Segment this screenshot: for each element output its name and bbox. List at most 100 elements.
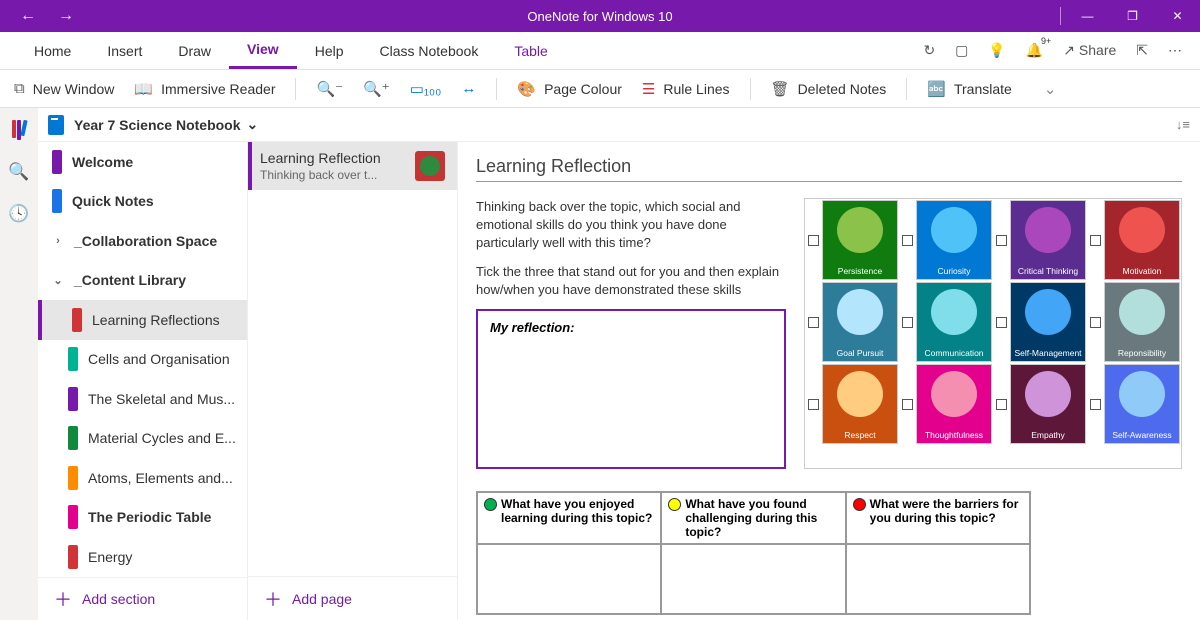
section-color-tab	[52, 189, 62, 213]
page-colour-button[interactable]: 🎨Page Colour	[517, 80, 622, 98]
tab-home[interactable]: Home	[16, 32, 89, 69]
forward-button[interactable]: →	[58, 7, 74, 25]
skill-illustration	[1119, 207, 1165, 253]
skill-illustration	[931, 207, 977, 253]
skill-checkbox[interactable]	[1088, 200, 1102, 280]
section-item[interactable]: ›_Collaboration Space	[38, 221, 247, 261]
section-item[interactable]: The Periodic Table	[38, 498, 247, 538]
skill-label: Persistence	[838, 267, 882, 276]
skill-card: Self-Awareness	[1104, 364, 1180, 444]
trash-icon: 🗑	[771, 80, 790, 98]
section-item[interactable]: Material Cycles and E...	[38, 419, 247, 459]
notebooks-icon[interactable]	[12, 120, 26, 140]
zoom-100-icon[interactable]: ▭₁₀₀	[410, 80, 442, 98]
section-item[interactable]: Cells and Organisation	[38, 340, 247, 380]
question-3-header: What were the barriers for you during th…	[846, 492, 1030, 544]
skill-card: Communication	[916, 282, 992, 362]
back-button[interactable]: ←	[20, 7, 36, 25]
section-item[interactable]: Quick Notes	[38, 182, 247, 222]
skill-checkbox[interactable]	[900, 364, 914, 444]
skill-card: Empathy	[1010, 364, 1086, 444]
open-in-app-icon[interactable]: ▢	[955, 42, 968, 59]
skill-checkbox[interactable]	[994, 200, 1008, 280]
skill-label: Goal Pursuit	[837, 349, 884, 358]
skill-checkbox[interactable]	[1088, 364, 1102, 444]
tab-table[interactable]: Table	[496, 32, 565, 69]
translate-button[interactable]: 🔤Translate	[927, 80, 1012, 98]
cmd-separator	[496, 78, 497, 100]
zoom-out-icon[interactable]: 🔍⁻	[316, 80, 343, 98]
answer-1-cell[interactable]	[477, 544, 661, 614]
sort-icon[interactable]: ↓≡	[1176, 117, 1190, 132]
section-item[interactable]: Welcome	[38, 142, 247, 182]
lightbulb-icon[interactable]: 💡	[988, 42, 1005, 59]
skill-checkbox[interactable]	[806, 200, 820, 280]
deleted-notes-button[interactable]: 🗑Deleted Notes	[771, 80, 887, 98]
skill-checkbox[interactable]	[900, 200, 914, 280]
add-section-button[interactable]: ＋Add section	[38, 577, 247, 620]
tab-draw[interactable]: Draw	[160, 32, 229, 69]
section-item[interactable]: Atoms, Elements and...	[38, 458, 247, 498]
section-color-tab	[68, 505, 78, 529]
rule-lines-button[interactable]: ☰Rule Lines	[642, 80, 730, 98]
recent-icon[interactable]: 🕓	[8, 204, 29, 224]
section-label: Welcome	[72, 154, 133, 170]
page-item[interactable]: Learning Reflection Thinking back over t…	[248, 142, 457, 190]
skill-checkbox[interactable]	[900, 282, 914, 362]
skill-grid: PersistenceCuriosityCritical ThinkingMot…	[804, 198, 1182, 469]
tab-class-notebook[interactable]: Class Notebook	[362, 32, 497, 69]
more-icon[interactable]: ⋯	[1168, 42, 1182, 59]
green-dot-icon	[484, 498, 497, 511]
chevron-down-icon[interactable]: ⌄	[247, 116, 259, 133]
red-dot-icon	[853, 498, 866, 511]
skill-checkbox[interactable]	[994, 282, 1008, 362]
section-label: The Periodic Table	[88, 509, 211, 525]
answer-2-cell[interactable]	[661, 544, 845, 614]
sync-icon[interactable]: ↻	[923, 42, 935, 59]
immersive-reader-button[interactable]: 📖Immersive Reader	[134, 80, 275, 98]
section-color-tab	[68, 545, 78, 569]
skill-label: Thoughtfulness	[925, 431, 983, 440]
close-button[interactable]: ✕	[1155, 0, 1200, 32]
question-table: What have you enjoyed learning during th…	[476, 491, 1031, 615]
reflection-label: My reflection:	[490, 320, 575, 335]
fullscreen-icon[interactable]: ⇱	[1136, 42, 1148, 59]
new-window-button[interactable]: ⧉New Window	[14, 80, 114, 97]
skill-checkbox[interactable]	[994, 364, 1008, 444]
section-label: Quick Notes	[72, 193, 154, 209]
notebook-icon	[48, 115, 64, 135]
section-item[interactable]: Energy	[38, 537, 247, 577]
maximize-button[interactable]: ❐	[1110, 0, 1155, 32]
section-item[interactable]: The Skeletal and Mus...	[38, 379, 247, 419]
search-icon[interactable]: 🔍	[8, 162, 29, 182]
skill-checkbox[interactable]	[1088, 282, 1102, 362]
notif-badge: 9+	[1041, 36, 1051, 46]
share-button[interactable]: ↗ Share	[1063, 42, 1116, 59]
page-heading[interactable]: Learning Reflection	[476, 156, 1182, 182]
app-title: OneNote for Windows 10	[527, 9, 672, 24]
bell-icon[interactable]: 🔔9+	[1026, 42, 1043, 59]
notebook-name[interactable]: Year 7 Science Notebook	[74, 117, 241, 133]
minimize-button[interactable]: —	[1065, 0, 1110, 32]
add-page-button[interactable]: ＋Add page	[248, 576, 457, 620]
question-1-header: What have you enjoyed learning during th…	[477, 492, 661, 544]
tab-help[interactable]: Help	[297, 32, 362, 69]
page-width-icon[interactable]: ↔	[461, 80, 476, 97]
skill-illustration	[837, 207, 883, 253]
skill-checkbox[interactable]	[806, 364, 820, 444]
reflection-box[interactable]: My reflection:	[476, 309, 786, 469]
section-item[interactable]: Learning Reflections	[38, 300, 247, 340]
section-label: The Skeletal and Mus...	[88, 391, 235, 407]
section-item[interactable]: ⌄_Content Library	[38, 261, 247, 301]
tab-insert[interactable]: Insert	[89, 32, 160, 69]
skill-checkbox[interactable]	[806, 282, 820, 362]
section-label: _Collaboration Space	[74, 233, 217, 249]
cmd-separator	[295, 78, 296, 100]
ribbon-collapse-icon[interactable]: ⌄	[1044, 80, 1057, 98]
tab-view[interactable]: View	[229, 32, 297, 69]
skill-illustration	[1119, 289, 1165, 335]
answer-3-cell[interactable]	[846, 544, 1030, 614]
window-icon: ⧉	[14, 80, 25, 97]
section-color-tab	[68, 466, 78, 490]
zoom-in-icon[interactable]: 🔍⁺	[363, 80, 390, 98]
